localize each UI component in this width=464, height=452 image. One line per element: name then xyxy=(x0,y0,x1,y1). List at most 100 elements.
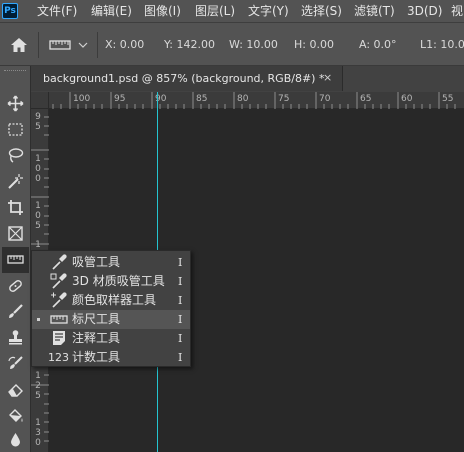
tool-preset-picker[interactable] xyxy=(48,36,92,54)
flyout-item-shortcut: I xyxy=(178,351,183,364)
angle-readout: A: 0.0° xyxy=(359,38,397,51)
ruler-label: 5 xyxy=(35,221,41,231)
ruler-label: 85 xyxy=(196,94,208,104)
ruler-label: 3 xyxy=(35,428,41,438)
options-separator xyxy=(97,32,98,58)
blur-tool[interactable] xyxy=(2,427,29,452)
ruler-label: 0 xyxy=(35,174,41,184)
color-sampler-icon xyxy=(51,292,67,308)
lasso-icon xyxy=(8,148,24,163)
menu-edit[interactable]: 编辑(E) xyxy=(91,4,132,18)
menu-image[interactable]: 图像(I) xyxy=(144,4,181,18)
ruler-label: 70 xyxy=(319,94,331,104)
bandage-icon xyxy=(9,280,22,292)
ruler-label: 100 xyxy=(73,94,91,104)
healing-brush-tool[interactable] xyxy=(2,273,29,299)
x-coordinate-readout: X: 0.00 xyxy=(105,38,145,51)
ruler-label: 75 xyxy=(278,94,290,104)
flyout-item-eyedropper[interactable]: 吸管工具 I xyxy=(32,253,190,272)
y-coordinate-readout: Y: 142.00 xyxy=(164,38,215,51)
ruler-label: 1 xyxy=(35,201,41,211)
ruler-label: 2 xyxy=(35,381,41,391)
eraser-tool[interactable] xyxy=(2,377,29,403)
ruler-tool[interactable] xyxy=(2,247,29,273)
ruler-label: 1 xyxy=(35,240,41,250)
selected-bullet-icon xyxy=(37,318,40,321)
history-brush-tool[interactable] xyxy=(2,351,29,377)
count-icon: 123 xyxy=(48,351,69,364)
move-tool[interactable] xyxy=(2,91,29,117)
menu-select[interactable]: 选择(S) xyxy=(301,4,342,18)
ruler-origin[interactable] xyxy=(31,92,49,109)
note-icon xyxy=(53,331,65,345)
height-readout: H: 0.00 xyxy=(294,38,334,51)
lasso-tool[interactable] xyxy=(2,143,29,169)
3d-material-eyedropper-icon xyxy=(50,273,67,289)
ruler-label: 95 xyxy=(114,94,126,104)
flyout-item-label: 吸管工具 xyxy=(72,255,121,269)
chevron-down-icon xyxy=(78,42,88,48)
ruler-label: 5 xyxy=(35,122,41,132)
history-brush-icon xyxy=(8,356,23,369)
ruler-icon xyxy=(50,315,68,324)
menu-file[interactable]: 文件(F) xyxy=(37,4,77,18)
ruler-label: 60 xyxy=(401,94,413,104)
ruler-icon xyxy=(7,255,24,264)
ruler-label: 1 xyxy=(35,418,41,428)
flyout-item-note[interactable]: 注释工具 I xyxy=(32,329,190,348)
ruler-label: 5 xyxy=(35,391,41,401)
close-icon[interactable]: × xyxy=(323,71,332,84)
menu-3d[interactable]: 3D(D) xyxy=(407,4,442,18)
ruler-label: 55 xyxy=(442,94,454,104)
width-readout: W: 10.00 xyxy=(229,38,278,51)
eyedropper-tool-flyout: 吸管工具 I 3D 材质吸管工具 I 颜色取样器工具 I 标尺工具 I 注释工具… xyxy=(31,250,191,367)
marquee-tool[interactable] xyxy=(2,117,29,143)
magic-wand-tool[interactable] xyxy=(2,169,29,195)
document-tab[interactable]: background1.psd @ 857% (background, RGB/… xyxy=(31,66,343,91)
options-separator xyxy=(38,32,39,58)
drop-icon xyxy=(11,433,20,447)
flyout-item-ruler[interactable]: 标尺工具 I xyxy=(32,310,190,329)
menu-filter[interactable]: 滤镜(T) xyxy=(354,4,395,18)
menu-view[interactable]: 视 xyxy=(451,4,463,18)
flyout-item-shortcut: I xyxy=(178,332,183,345)
flyout-item-3d-material-eyedropper[interactable]: 3D 材质吸管工具 I xyxy=(32,272,190,291)
stamp-icon xyxy=(9,330,22,345)
rectangle-marquee-icon xyxy=(8,123,23,136)
ruler-label: 0 xyxy=(35,438,41,448)
ruler-label: 1 xyxy=(35,154,41,164)
ruler-label: 65 xyxy=(360,94,372,104)
flyout-item-label: 3D 材质吸管工具 xyxy=(72,274,165,288)
flyout-item-shortcut: I xyxy=(178,294,183,307)
flyout-item-color-sampler[interactable]: 颜色取样器工具 I xyxy=(32,291,190,310)
photoshop-logo-icon[interactable]: Ps xyxy=(2,3,18,19)
panel-grip[interactable] xyxy=(4,70,26,73)
flyout-item-count[interactable]: 123 计数工具 I xyxy=(32,348,190,367)
horizontal-ruler[interactable]: 100 95 90 85 80 75 70 65 60 55 xyxy=(49,92,464,109)
flyout-item-label: 标尺工具 xyxy=(72,312,121,326)
move-icon xyxy=(7,95,24,112)
menu-layer[interactable]: 图层(L) xyxy=(195,4,235,18)
ruler-label: 0 xyxy=(35,164,41,174)
ruler-label: 0 xyxy=(35,211,41,221)
ruler-label: 9 xyxy=(35,112,41,122)
flyout-item-label: 计数工具 xyxy=(72,350,121,364)
paint-bucket-icon xyxy=(9,409,23,422)
document-tab-title: background1.psd @ 857% (background, RGB/… xyxy=(43,72,325,85)
menu-bar: Ps 文件(F) 编辑(E) 图像(I) 图层(L) 文字(Y) 选择(S) 滤… xyxy=(0,0,464,22)
flyout-item-shortcut: I xyxy=(178,256,183,269)
flyout-item-shortcut: I xyxy=(178,275,183,288)
brush-tool[interactable] xyxy=(2,299,29,325)
frame-tool[interactable] xyxy=(2,221,29,247)
flyout-item-label: 颜色取样器工具 xyxy=(72,293,157,307)
crop-tool[interactable] xyxy=(2,195,29,221)
ruler-icon xyxy=(49,40,88,50)
menu-type[interactable]: 文字(Y) xyxy=(248,4,289,18)
paint-bucket-tool[interactable] xyxy=(2,403,29,429)
clone-stamp-tool[interactable] xyxy=(2,325,29,351)
brush-icon xyxy=(9,304,23,318)
flyout-item-label: 注释工具 xyxy=(72,331,121,345)
home-icon[interactable] xyxy=(10,37,28,53)
length-readout: L1: 10.00 xyxy=(420,38,464,51)
crop-icon xyxy=(8,200,23,215)
